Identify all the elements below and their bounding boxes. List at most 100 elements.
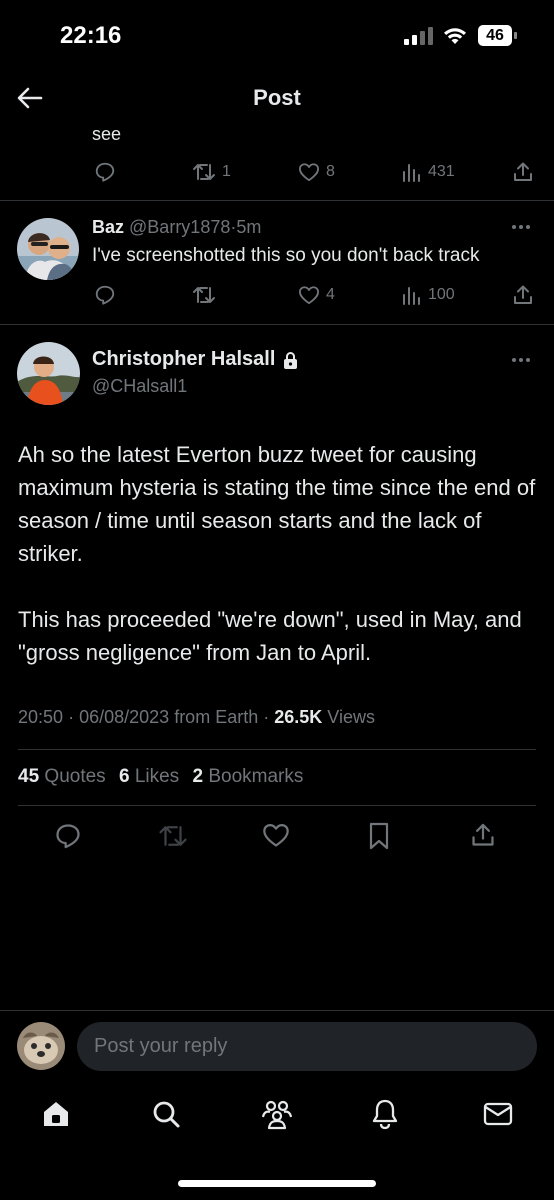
divider [18, 805, 536, 806]
divider [0, 324, 554, 325]
separator-dot: · [258, 707, 275, 727]
tab-search[interactable] [150, 1098, 182, 1130]
search-icon [153, 1101, 180, 1128]
reply-author-line: Baz @Barry1878·5m [92, 217, 261, 238]
cellular-signal-icon [404, 27, 433, 45]
status-bar: 22:16 46 [0, 0, 554, 70]
views-icon [403, 164, 420, 182]
comment-icon [56, 824, 80, 849]
bookmarks-label: Bookmarks [208, 766, 304, 787]
wifi-icon [444, 28, 466, 44]
home-icon [44, 1102, 68, 1126]
like-button[interactable] [262, 822, 290, 848]
retweet-icon [193, 287, 215, 303]
tab-home[interactable] [40, 1098, 72, 1130]
reply-button[interactable] [54, 822, 82, 850]
heart-icon [298, 286, 319, 305]
views-count: 431 [428, 163, 455, 180]
retweet-button[interactable] [192, 280, 216, 310]
views-count: 100 [428, 286, 455, 303]
likes-count: 6 [118, 766, 130, 787]
retweet-button[interactable] [158, 822, 188, 850]
quotes-label: Quotes [44, 766, 106, 787]
tweet-time: 20:50 [18, 707, 64, 727]
likes-label: Likes [134, 766, 180, 787]
bookmark-button[interactable] [368, 822, 390, 850]
tweet-source: from Earth [174, 707, 259, 727]
home-indicator[interactable] [178, 1180, 376, 1187]
author-handle[interactable]: @Barry1878 [129, 217, 230, 237]
status-time: 22:16 [60, 22, 122, 49]
divider [0, 200, 554, 201]
bookmark-icon [369, 822, 389, 850]
tab-messages[interactable] [482, 1098, 514, 1130]
avatar[interactable] [17, 218, 79, 280]
share-icon [514, 162, 532, 181]
quotes-stat[interactable]: 45 Quotes [18, 766, 106, 787]
bell-icon [372, 1099, 398, 1130]
comment-icon [95, 285, 115, 305]
views-button[interactable]: 431 [402, 157, 455, 187]
views-button[interactable]: 100 [402, 280, 455, 310]
tweet-stats: 45 Quotes 6 Likes 2 Bookmarks [18, 766, 303, 788]
like-count: 8 [326, 163, 335, 180]
views-label: Views [327, 707, 375, 727]
tweet-author-name-row: Christopher Halsall [92, 348, 298, 371]
heart-icon [263, 823, 289, 847]
mail-icon [483, 1102, 513, 1126]
lock-icon [284, 351, 298, 369]
battery-icon: 46 [478, 25, 518, 46]
author-name[interactable]: Christopher Halsall [92, 348, 275, 371]
bookmarks-count: 2 [192, 766, 204, 787]
like-button[interactable]: 4 [298, 280, 335, 310]
author-name[interactable]: Baz [92, 217, 124, 237]
comment-icon [95, 162, 115, 182]
user-avatar[interactable] [17, 1022, 65, 1070]
tab-communities[interactable] [260, 1098, 294, 1130]
share-button[interactable] [470, 822, 496, 848]
avatar[interactable] [17, 342, 80, 405]
bookmarks-stat[interactable]: 2 Bookmarks [192, 766, 303, 787]
more-options-icon[interactable] [512, 358, 530, 362]
tweet-body: Ah so the latest Everton buzz tweet for … [18, 438, 538, 702]
reply-button[interactable] [94, 280, 116, 310]
reply-bar: Post your reply [0, 1022, 554, 1072]
separator-dot: · [68, 707, 75, 727]
reply-input[interactable]: Post your reply [77, 1022, 537, 1071]
retweet-icon [159, 826, 187, 846]
share-button[interactable] [512, 280, 534, 310]
tab-bar [0, 1098, 554, 1138]
more-options-icon[interactable] [512, 225, 530, 229]
quotes-count: 45 [18, 766, 40, 787]
divider [18, 749, 536, 750]
share-icon [514, 285, 532, 304]
retweet-count: 1 [222, 163, 231, 180]
tweet-meta: 20:50 · 06/08/2023 from Earth · 26.5K Vi… [18, 707, 375, 728]
views-count: 26.5K [274, 707, 323, 727]
share-icon [472, 823, 494, 846]
retweet-icon [193, 164, 215, 180]
likes-stat[interactable]: 6 Likes [119, 766, 179, 787]
header: Post [0, 70, 554, 128]
tweet-paragraph: Ah so the latest Everton buzz tweet for … [18, 442, 536, 566]
reply-text-tail: see [92, 124, 122, 144]
reply-text: I've screenshotted this so you don't bac… [92, 245, 480, 266]
battery-level: 46 [486, 27, 504, 44]
like-count: 4 [326, 286, 335, 303]
page-title: Post [253, 85, 301, 110]
share-button[interactable] [512, 157, 534, 187]
reply1-actions: 1 8 431 [92, 157, 537, 187]
tweet-paragraph: This has proceeded "we're down", used in… [18, 607, 522, 665]
heart-icon [298, 163, 319, 182]
views-icon [403, 287, 420, 305]
post-time: 5m [236, 217, 262, 237]
communities-icon [261, 1100, 293, 1130]
retweet-button[interactable]: 1 [192, 157, 231, 187]
author-handle[interactable]: @CHalsall1 [92, 376, 187, 397]
divider [0, 1010, 554, 1011]
reply-button[interactable] [94, 157, 116, 187]
like-button[interactable]: 8 [298, 157, 335, 187]
tab-notifications[interactable] [370, 1098, 400, 1130]
tweet-actions [0, 822, 554, 852]
reply2-actions: 4 100 [92, 280, 537, 310]
